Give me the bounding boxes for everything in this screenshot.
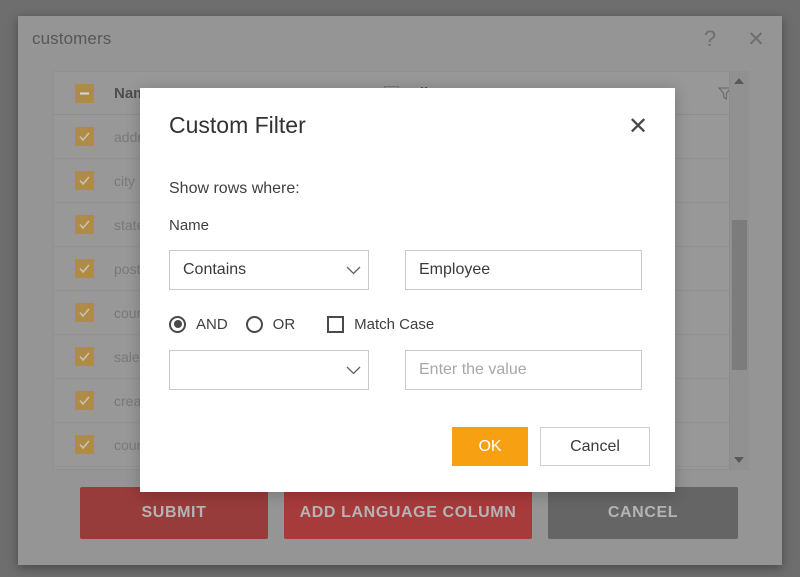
condition1-operator-value: Contains xyxy=(183,261,338,279)
row-checkbox-checked[interactable] xyxy=(75,347,94,366)
condition2-value-input[interactable]: Enter the value xyxy=(405,350,642,390)
row-checkbox-cell[interactable] xyxy=(54,259,114,278)
cancel-button[interactable]: CANCEL xyxy=(548,487,738,539)
window-title: customers xyxy=(32,29,111,49)
triangle-down-icon xyxy=(734,457,744,463)
dialog-title: Custom Filter xyxy=(169,112,306,139)
titlebar-icon-group: ? ✕ xyxy=(698,26,768,52)
chevron-down-icon xyxy=(338,366,368,375)
select-all-checkbox-cell[interactable] xyxy=(54,84,114,103)
row-checkbox-cell[interactable] xyxy=(54,303,114,322)
scrollbar-thumb[interactable] xyxy=(732,220,747,370)
row-checkbox-checked[interactable] xyxy=(75,171,94,190)
filter-field-label: Name xyxy=(169,217,209,234)
row-checkbox-checked[interactable] xyxy=(75,435,94,454)
row-checkbox-cell[interactable] xyxy=(54,391,114,410)
condition2-operator-select[interactable] xyxy=(169,350,369,390)
custom-filter-dialog: Custom Filter ✕ Show rows where: Name Co… xyxy=(140,88,675,492)
dialog-ok-button[interactable]: OK xyxy=(452,427,528,466)
check-icon xyxy=(78,306,91,319)
minus-icon xyxy=(78,87,91,100)
row-checkbox-checked[interactable] xyxy=(75,127,94,146)
select-all-checkbox-indeterminate[interactable] xyxy=(75,84,94,103)
row-checkbox-cell[interactable] xyxy=(54,435,114,454)
row-checkbox-checked[interactable] xyxy=(75,259,94,278)
match-case-checkbox[interactable] xyxy=(327,316,344,333)
row-checkbox-checked[interactable] xyxy=(75,391,94,410)
close-icon[interactable]: ✕ xyxy=(744,26,768,52)
match-case-label: Match Case xyxy=(354,316,434,333)
action-button-row: SUBMIT ADD LANGUAGE COLUMN CANCEL xyxy=(80,487,738,539)
triangle-up-icon xyxy=(734,78,744,84)
dialog-close-icon[interactable]: ✕ xyxy=(623,112,653,142)
window-titlebar: customers ? ✕ xyxy=(18,16,782,64)
add-language-column-button[interactable]: ADD LANGUAGE COLUMN xyxy=(284,487,532,539)
condition1-operator-select[interactable]: Contains xyxy=(169,250,369,290)
row-checkbox-checked[interactable] xyxy=(75,303,94,322)
check-icon xyxy=(78,394,91,407)
dialog-subtitle: Show rows where: xyxy=(169,180,300,198)
radio-or-label: OR xyxy=(273,316,296,333)
row-checkbox-checked[interactable] xyxy=(75,215,94,234)
check-icon xyxy=(78,438,91,451)
scroll-down-arrow[interactable] xyxy=(730,451,748,469)
condition2-value-placeholder: Enter the value xyxy=(419,361,527,379)
chevron-down-icon xyxy=(338,266,368,275)
scroll-up-arrow[interactable] xyxy=(730,72,748,90)
check-icon xyxy=(78,218,91,231)
radio-and[interactable] xyxy=(169,316,186,333)
row-checkbox-cell[interactable] xyxy=(54,215,114,234)
condition1-value-input[interactable]: Employee xyxy=(405,250,642,290)
condition1-value-text: Employee xyxy=(419,261,490,279)
grid-vertical-scrollbar[interactable] xyxy=(729,72,748,469)
check-icon xyxy=(78,350,91,363)
radio-and-selected-dot xyxy=(174,320,182,328)
check-icon xyxy=(78,174,91,187)
help-question-icon[interactable]: ? xyxy=(698,26,722,52)
check-icon xyxy=(78,130,91,143)
dialog-button-row: OK Cancel xyxy=(452,427,650,466)
dialog-cancel-button[interactable]: Cancel xyxy=(540,427,650,466)
row-checkbox-cell[interactable] xyxy=(54,171,114,190)
row-checkbox-cell[interactable] xyxy=(54,127,114,146)
radio-and-label: AND xyxy=(196,316,228,333)
screen-root: customers ? ✕ Name Alias xyxy=(0,0,800,577)
row-checkbox-cell[interactable] xyxy=(54,347,114,366)
logic-operator-row: AND OR Match Case xyxy=(169,312,452,336)
submit-button[interactable]: SUBMIT xyxy=(80,487,268,539)
check-icon xyxy=(78,262,91,275)
radio-or[interactable] xyxy=(246,316,263,333)
